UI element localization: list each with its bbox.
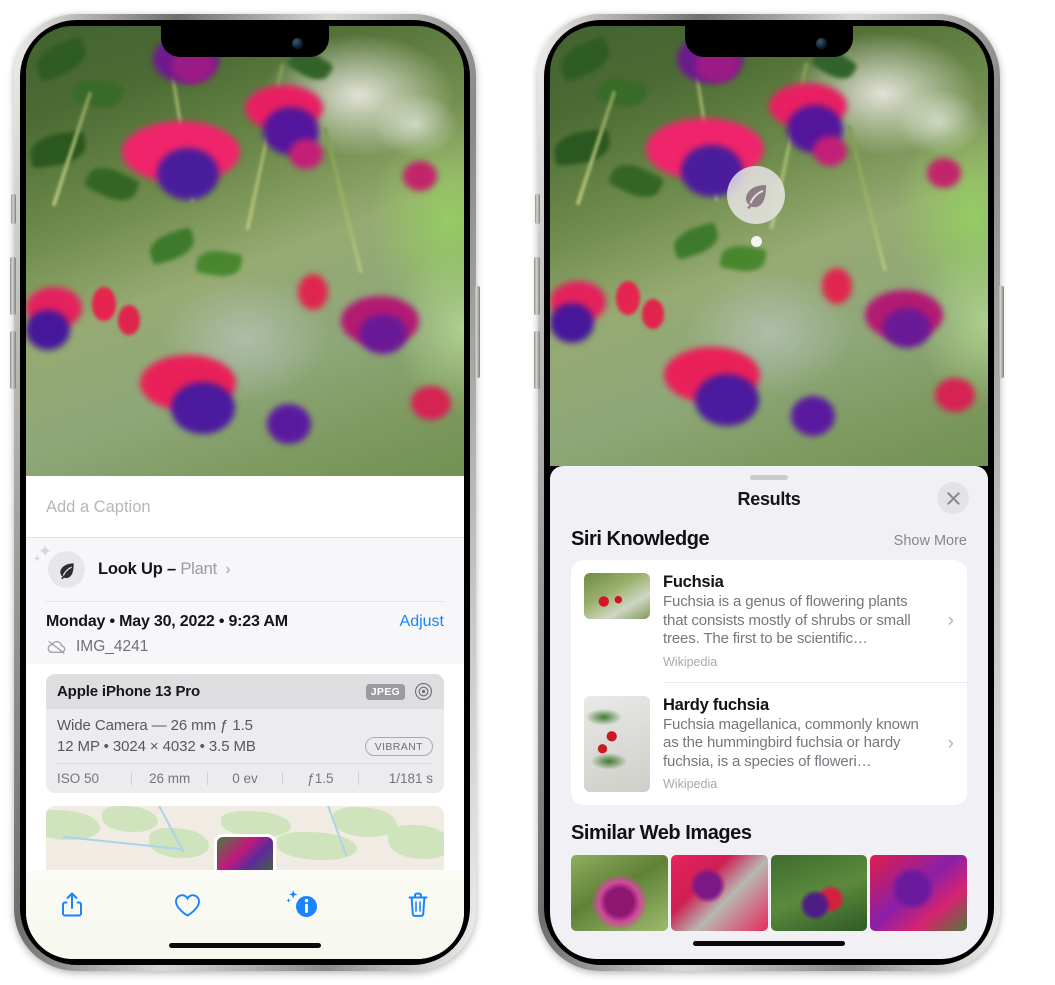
photo-viewer[interactable]	[26, 26, 464, 476]
map-photo-pin	[214, 834, 276, 870]
info-button[interactable]	[283, 885, 323, 925]
power-button[interactable]	[998, 286, 1004, 378]
result-thumbnail	[584, 695, 650, 792]
close-icon	[946, 491, 960, 505]
heart-icon	[174, 893, 200, 917]
look-up-label: Look Up – Plant ›	[98, 560, 231, 579]
result-description: Fuchsia is a genus of flowering plants t…	[663, 593, 911, 647]
marker-dot	[750, 236, 762, 247]
look-up-row[interactable]: ✦ ✦ Look Up – Plant ›	[26, 538, 464, 601]
look-up-subject: Plant	[180, 560, 217, 578]
favorite-button[interactable]	[167, 885, 207, 925]
screen-right: Results Siri Knowledge Show More Fuchsia…	[550, 26, 988, 959]
result-source: Wikipedia	[663, 654, 718, 669]
screenshot-canvas: Add a Caption ✦ ✦ Look Up – Plant › Mond…	[0, 0, 1055, 985]
lens-info: Wide Camera — 26 mm ƒ 1.5	[57, 717, 253, 734]
similar-image-3[interactable]	[770, 854, 868, 931]
volume-down-button[interactable]	[10, 331, 16, 389]
plant-lookup-marker[interactable]	[727, 166, 785, 247]
similar-images-grid	[550, 854, 988, 931]
similar-image-2[interactable]	[670, 854, 768, 931]
home-indicator[interactable]	[693, 940, 845, 946]
leaf-icon	[727, 166, 785, 224]
similar-web-images-header: Similar Web Images	[550, 805, 988, 851]
exif-focal: 26 mm	[148, 771, 191, 786]
iphone-left: Add a Caption ✦ ✦ Look Up – Plant › Mond…	[10, 14, 480, 971]
filename-row: IMG_4241	[46, 638, 444, 656]
look-up-title: Look Up –	[98, 560, 176, 578]
results-sheet: Results Siri Knowledge Show More Fuchsia…	[550, 466, 988, 959]
iphone-right: Results Siri Knowledge Show More Fuchsia…	[534, 14, 1004, 971]
photographic-style-badge: VIBRANT	[364, 737, 433, 756]
front-camera-icon	[292, 38, 303, 49]
file-size-info: 12 MP • 3024 × 4032 • 3.5 MB	[57, 738, 256, 755]
format-badge: JPEG	[365, 683, 405, 700]
location-map[interactable]	[46, 806, 444, 870]
screen-left: Add a Caption ✦ ✦ Look Up – Plant › Mond…	[26, 26, 464, 959]
volume-up-button[interactable]	[534, 257, 540, 315]
siri-knowledge-header: Siri Knowledge Show More	[550, 524, 988, 560]
exif-shutter: 1/181 s	[388, 771, 434, 786]
result-description: Fuchsia magellanica, commonly known as t…	[663, 715, 919, 770]
results-header: Results	[550, 480, 988, 524]
similar-image-1[interactable]	[571, 854, 668, 931]
exif-card: Apple iPhone 13 Pro JPEG Wide Camera — 2…	[46, 674, 444, 793]
similar-image-4[interactable]	[870, 854, 967, 931]
exif-aperture: ƒ1.5	[307, 771, 334, 786]
notch	[161, 26, 329, 57]
caption-input[interactable]: Add a Caption	[26, 476, 464, 537]
delete-button[interactable]	[398, 885, 438, 925]
result-source: Wikipedia	[663, 777, 718, 791]
chevron-right-icon: ›	[947, 609, 954, 631]
photo-viewer[interactable]	[550, 26, 988, 466]
silent-switch[interactable]	[11, 194, 16, 224]
sparkle-small-icon: ✦	[33, 554, 42, 565]
exif-ev: 0 ev	[232, 771, 258, 786]
section-title: Siri Knowledge	[571, 528, 710, 550]
close-button[interactable]	[937, 482, 969, 514]
photo-metadata: Monday • May 30, 2022 • 9:23 AM Adjust I…	[26, 601, 464, 664]
silent-switch[interactable]	[535, 194, 540, 224]
siri-knowledge-card: Fuchsia Fuchsia is a genus of flowering …	[571, 560, 967, 805]
photo-toolbar	[26, 871, 464, 959]
exif-iso: ISO 50	[57, 771, 100, 786]
notch	[685, 26, 853, 57]
leaf-icon: ✦ ✦	[33, 543, 85, 588]
show-more-button[interactable]: Show More	[894, 533, 967, 549]
chevron-right-icon: ›	[947, 732, 954, 754]
result-thumbnail	[584, 573, 650, 619]
result-title: Fuchsia	[663, 573, 724, 591]
aperture-icon	[415, 683, 432, 700]
caption-placeholder: Add a Caption	[46, 498, 151, 516]
list-item[interactable]: Fuchsia Fuchsia is a genus of flowering …	[571, 560, 967, 682]
adjust-button[interactable]: Adjust	[400, 613, 444, 631]
results-title: Results	[737, 489, 801, 509]
home-indicator[interactable]	[169, 942, 321, 948]
info-sparkle-icon	[286, 890, 317, 917]
front-camera-icon	[816, 38, 827, 49]
result-title: Hardy fuchsia	[663, 695, 769, 714]
volume-up-button[interactable]	[10, 257, 16, 315]
chevron-right-icon: ›	[225, 561, 231, 578]
filename: IMG_4241	[76, 638, 149, 655]
share-icon	[62, 892, 82, 917]
volume-down-button[interactable]	[534, 331, 540, 389]
divider	[46, 601, 444, 602]
list-item[interactable]: Hardy fuchsia Fuchsia magellanica, commo…	[571, 683, 967, 805]
section-title: Similar Web Images	[571, 821, 752, 844]
device-name: Apple iPhone 13 Pro	[57, 683, 201, 700]
power-button[interactable]	[474, 286, 480, 378]
trash-icon	[408, 892, 428, 917]
exif-stats-row: ISO 50 26 mm 0 ev ƒ1.5 1/181 s	[46, 764, 444, 793]
capture-date: Monday • May 30, 2022 • 9:23 AM	[46, 613, 288, 630]
share-button[interactable]	[52, 885, 92, 925]
icloud-slash-icon	[47, 640, 66, 654]
